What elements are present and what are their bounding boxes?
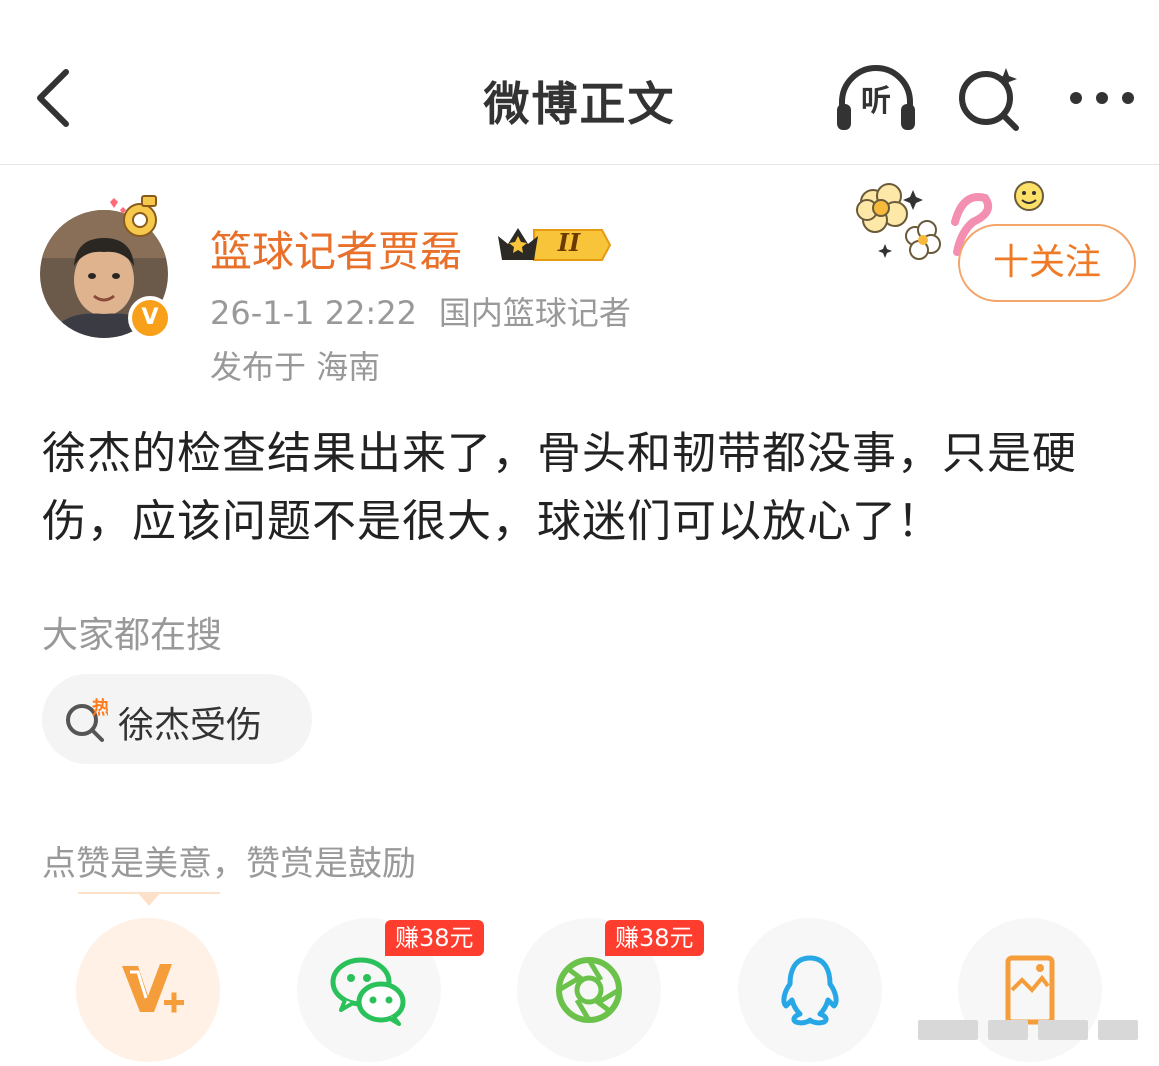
hot-search-title: 大家都在搜: [42, 615, 223, 656]
hot-search-icon: 热: [66, 697, 108, 742]
camera-sticker-icon: [110, 195, 157, 237]
reward-hint: 点赞是美意，赞赏是鼓励: [42, 844, 416, 884]
level-text: II: [557, 228, 581, 257]
v-plus-icon: [122, 964, 184, 1013]
more-dots-icon: [1070, 92, 1134, 104]
wechat-icon: [330, 957, 406, 1026]
verified-badge: V: [128, 296, 172, 340]
moments-icon: [556, 957, 622, 1023]
follow-button[interactable]: 十关注: [958, 224, 1136, 302]
username[interactable]: 篮球记者贾磊: [210, 218, 462, 279]
top-nav-bar: 微博正文 听: [0, 0, 1159, 165]
listen-button[interactable]: 听: [834, 62, 918, 134]
watermark-icon: [918, 1020, 1138, 1040]
earn-tag: 赚38元: [385, 920, 484, 956]
post-content: 徐杰的检查结果出来了，骨头和韧带都没事，只是硬伤，应该问题不是很大，球迷们可以放…: [42, 428, 1077, 547]
reward-v-plus-button[interactable]: [76, 918, 220, 1062]
post-location: 发布于 海南: [210, 348, 381, 386]
reward-tooltip-arrow: [78, 892, 220, 906]
post-time: 26-1-1 22:22: [210, 294, 417, 332]
earn-tag: 赚38元: [605, 920, 704, 956]
listen-label: 听: [861, 84, 891, 119]
hot-search-chip[interactable]: 热 徐杰受伤: [42, 674, 312, 764]
author-description: 国内篮球记者: [438, 294, 631, 332]
more-button[interactable]: [1062, 76, 1142, 120]
hot-search-icon-mark: 热: [92, 697, 108, 719]
level-badge[interactable]: II: [494, 222, 612, 268]
post-meta: 26-1-1 22:22 国内篮球记者: [210, 288, 631, 334]
search-button[interactable]: [950, 62, 1030, 134]
hot-search-chip-label: 徐杰受伤: [118, 705, 263, 746]
qq-icon: [781, 955, 839, 1026]
share-qq-button[interactable]: [738, 918, 882, 1062]
search-sparkle-icon: [959, 68, 1019, 131]
